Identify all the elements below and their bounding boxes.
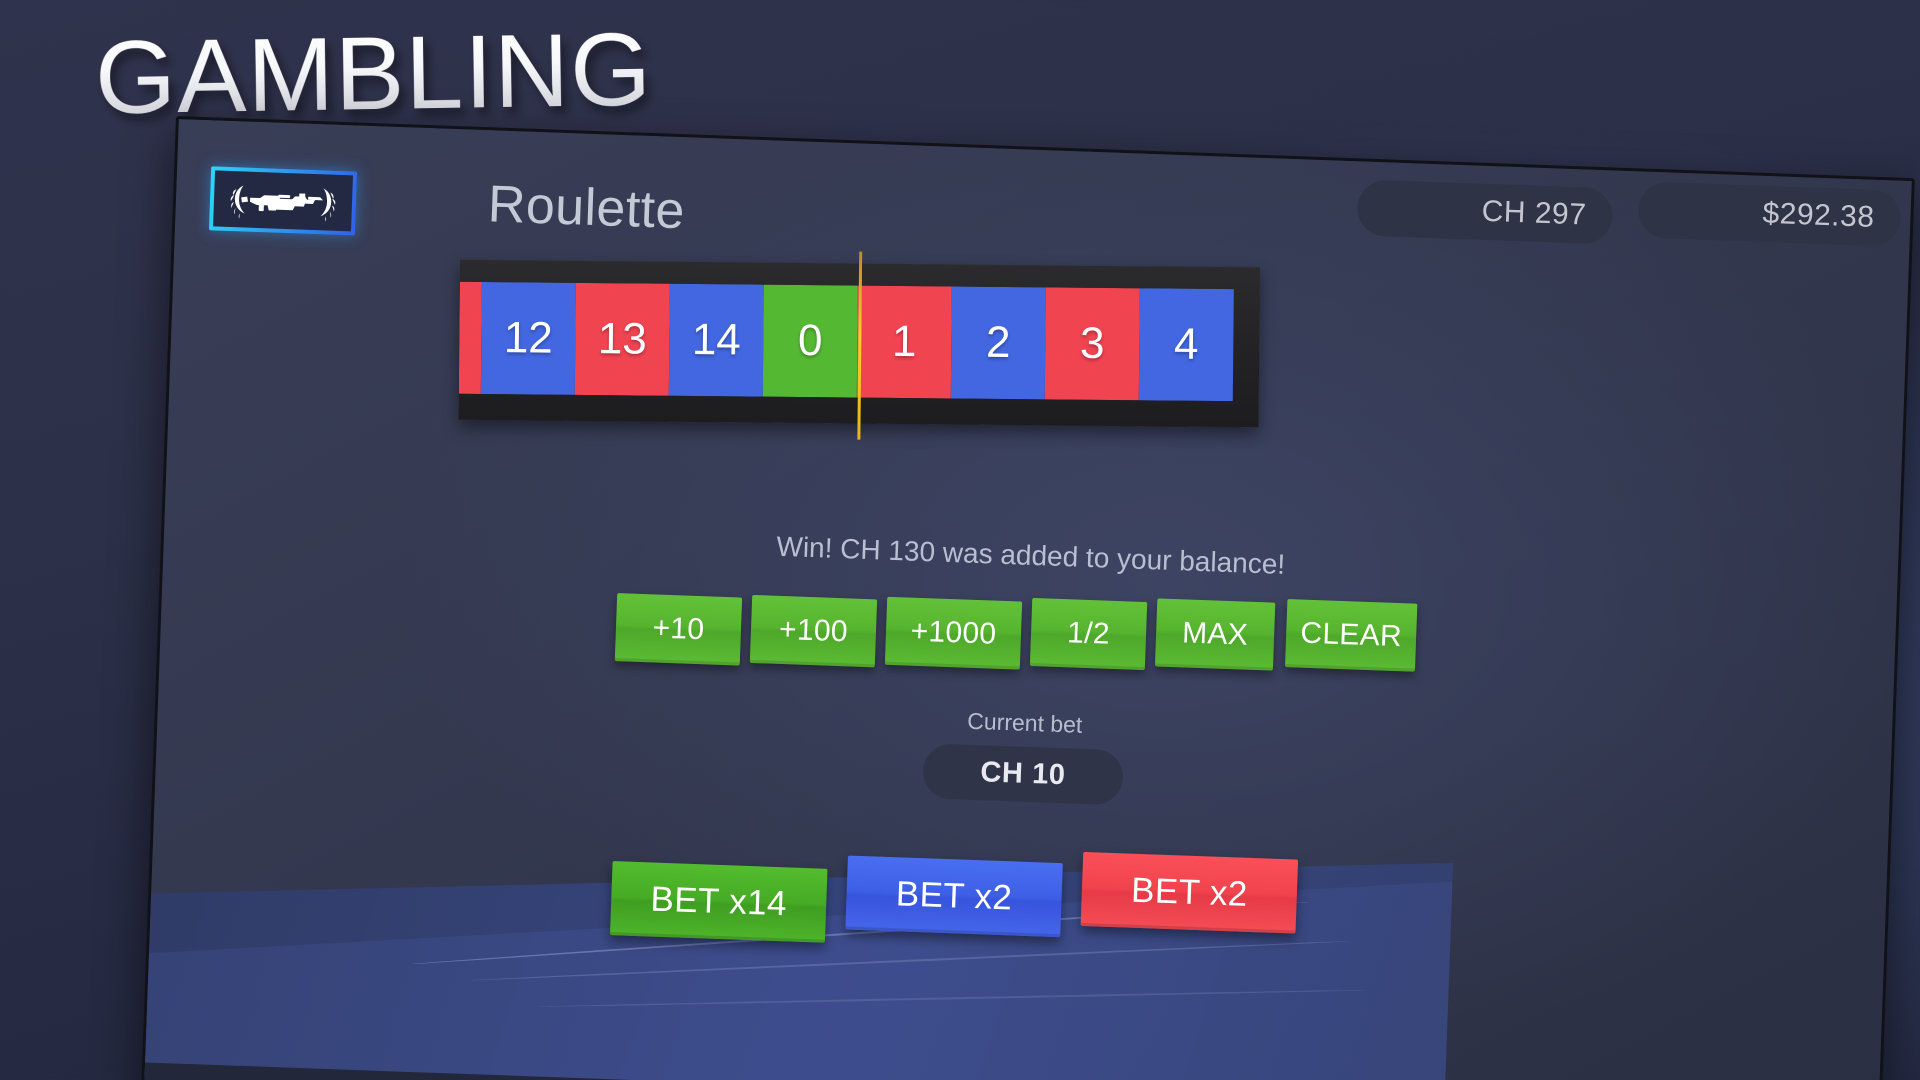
roulette-slot-4: 4: [1138, 288, 1234, 402]
quick-bet-button-100[interactable]: +100: [749, 594, 878, 668]
quick-bet-button-label: +10: [651, 611, 705, 647]
rank-badge[interactable]: [208, 166, 358, 236]
roulette-wheel: 12 13 14 0 1 2 3 4: [456, 249, 1262, 458]
quick-bet-button-10[interactable]: +10: [614, 593, 743, 666]
quick-bet-button-label: MAX: [1181, 616, 1249, 652]
quick-bet-button-label: CLEAR: [1299, 616, 1403, 654]
rank-badge-inner: [213, 170, 353, 232]
quick-bet-button-clear[interactable]: CLEAR: [1284, 599, 1418, 672]
page-title: GAMBLING: [94, 11, 653, 137]
console-panel-wrapper: Roulette CH 297 $292.38 12 13 14 0 1 2 3 4 Win!…: [138, 116, 1915, 1080]
roulette-slot-13: 13: [574, 282, 670, 396]
roulette-slot-2: 2: [950, 286, 1046, 400]
current-bet-value[interactable]: CH 10: [922, 743, 1124, 806]
balance-chip[interactable]: $292.38: [1637, 181, 1902, 247]
bet-button-label: BET x2: [895, 874, 1014, 918]
quick-bet-button-max[interactable]: MAX: [1154, 598, 1276, 671]
bet-button-blue[interactable]: BET x2: [845, 855, 1063, 938]
quick-bet-button-1000[interactable]: +1000: [884, 596, 1023, 670]
credits-chip[interactable]: CH 297: [1356, 179, 1614, 245]
roulette-slot-partial: [458, 281, 482, 394]
credits-chip-value: CH 297: [1481, 194, 1587, 232]
ak47-laurel-rank-icon: [230, 185, 336, 222]
screen-title: Roulette: [487, 175, 686, 241]
roulette-slot-12: 12: [480, 281, 576, 395]
quick-bet-button-12[interactable]: 1/2: [1029, 597, 1148, 671]
roulette-wheel-frame: 12 13 14 0 1 2 3 4: [458, 251, 1261, 440]
roulette-slot-1: 1: [856, 285, 952, 399]
roulette-slot-3: 3: [1044, 287, 1140, 401]
quick-bet-button-label: 1/2: [1066, 616, 1111, 651]
console-panel: Roulette CH 297 $292.38 12 13 14 0 1 2 3 4 Win!…: [138, 116, 1915, 1080]
bet-button-green[interactable]: BET x14: [609, 861, 828, 943]
bet-button-label: BET x2: [1130, 870, 1249, 914]
balance-chip-value: $292.38: [1761, 196, 1876, 234]
quick-bet-button-label: +1000: [910, 614, 997, 651]
roulette-slot-0: 0: [762, 284, 858, 398]
roulette-slot-14: 14: [668, 283, 764, 397]
bet-button-label: BET x14: [649, 879, 788, 924]
bet-button-red[interactable]: BET x2: [1080, 851, 1299, 934]
quick-bet-button-label: +100: [778, 612, 849, 649]
